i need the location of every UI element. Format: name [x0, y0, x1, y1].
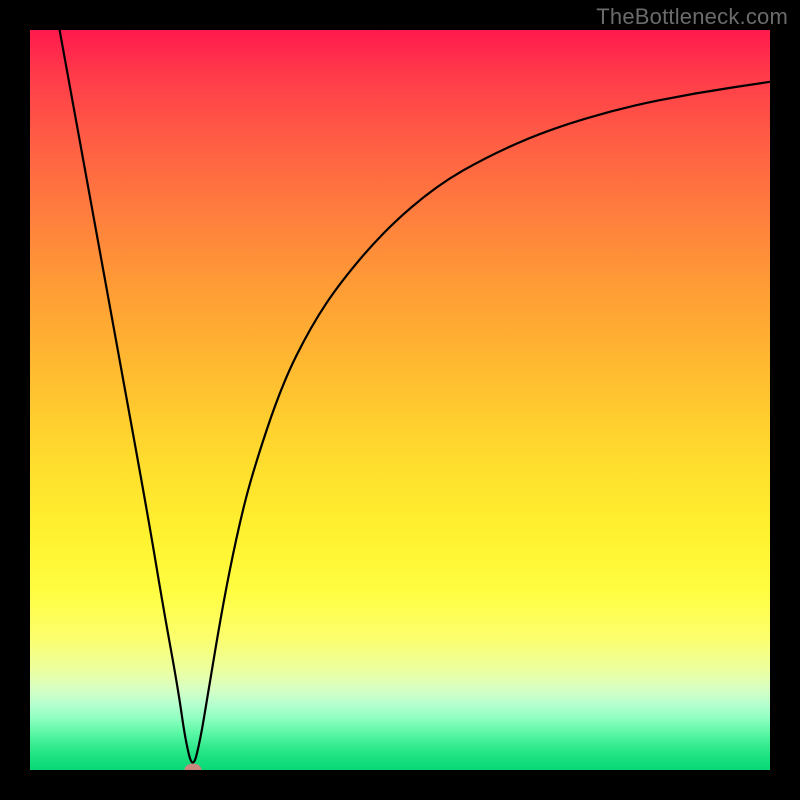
chart-plot-area: [30, 30, 770, 770]
bottleneck-curve-path: [60, 30, 770, 763]
marker-dot: [184, 764, 201, 771]
curve-svg: [30, 30, 770, 770]
watermark-text: TheBottleneck.com: [596, 4, 788, 30]
